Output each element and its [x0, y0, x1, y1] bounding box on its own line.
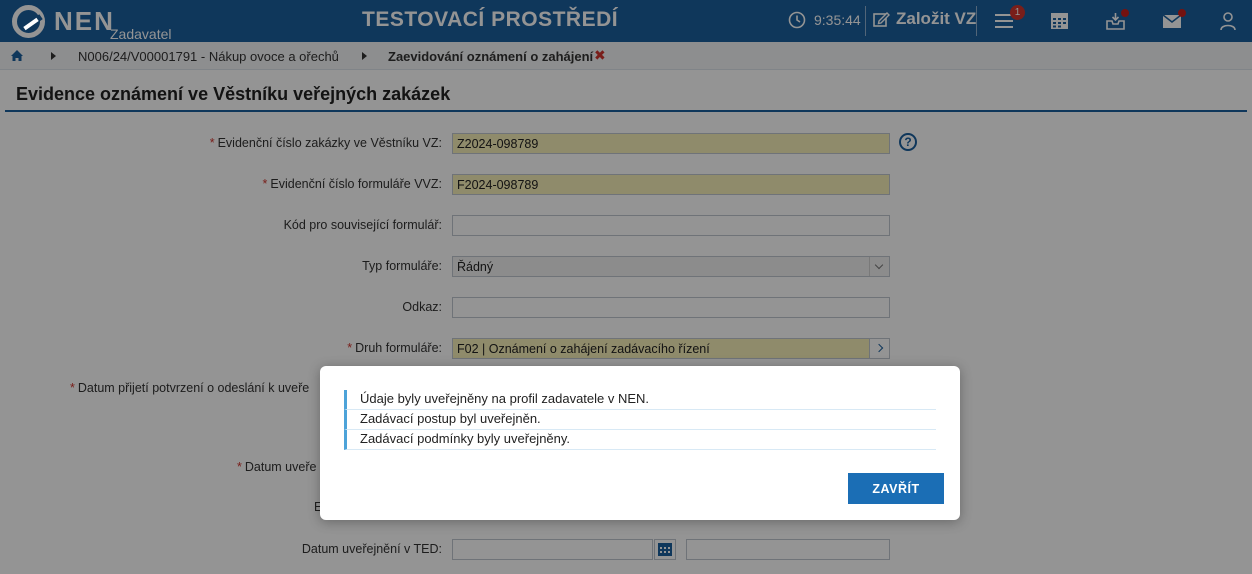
message-item: Zadávací postup byl uveřejněn. [344, 410, 936, 430]
message-item: Údaje byly uveřejněny na profil zadavate… [344, 390, 936, 410]
close-dialog-button[interactable]: ZAVŘÍT [848, 473, 944, 504]
message-item: Zadávací podmínky byly uveřejněny. [344, 430, 936, 450]
info-dialog: Údaje byly uveřejněny na profil zadavate… [320, 366, 960, 520]
message-list: Údaje byly uveřejněny na profil zadavate… [344, 390, 936, 450]
